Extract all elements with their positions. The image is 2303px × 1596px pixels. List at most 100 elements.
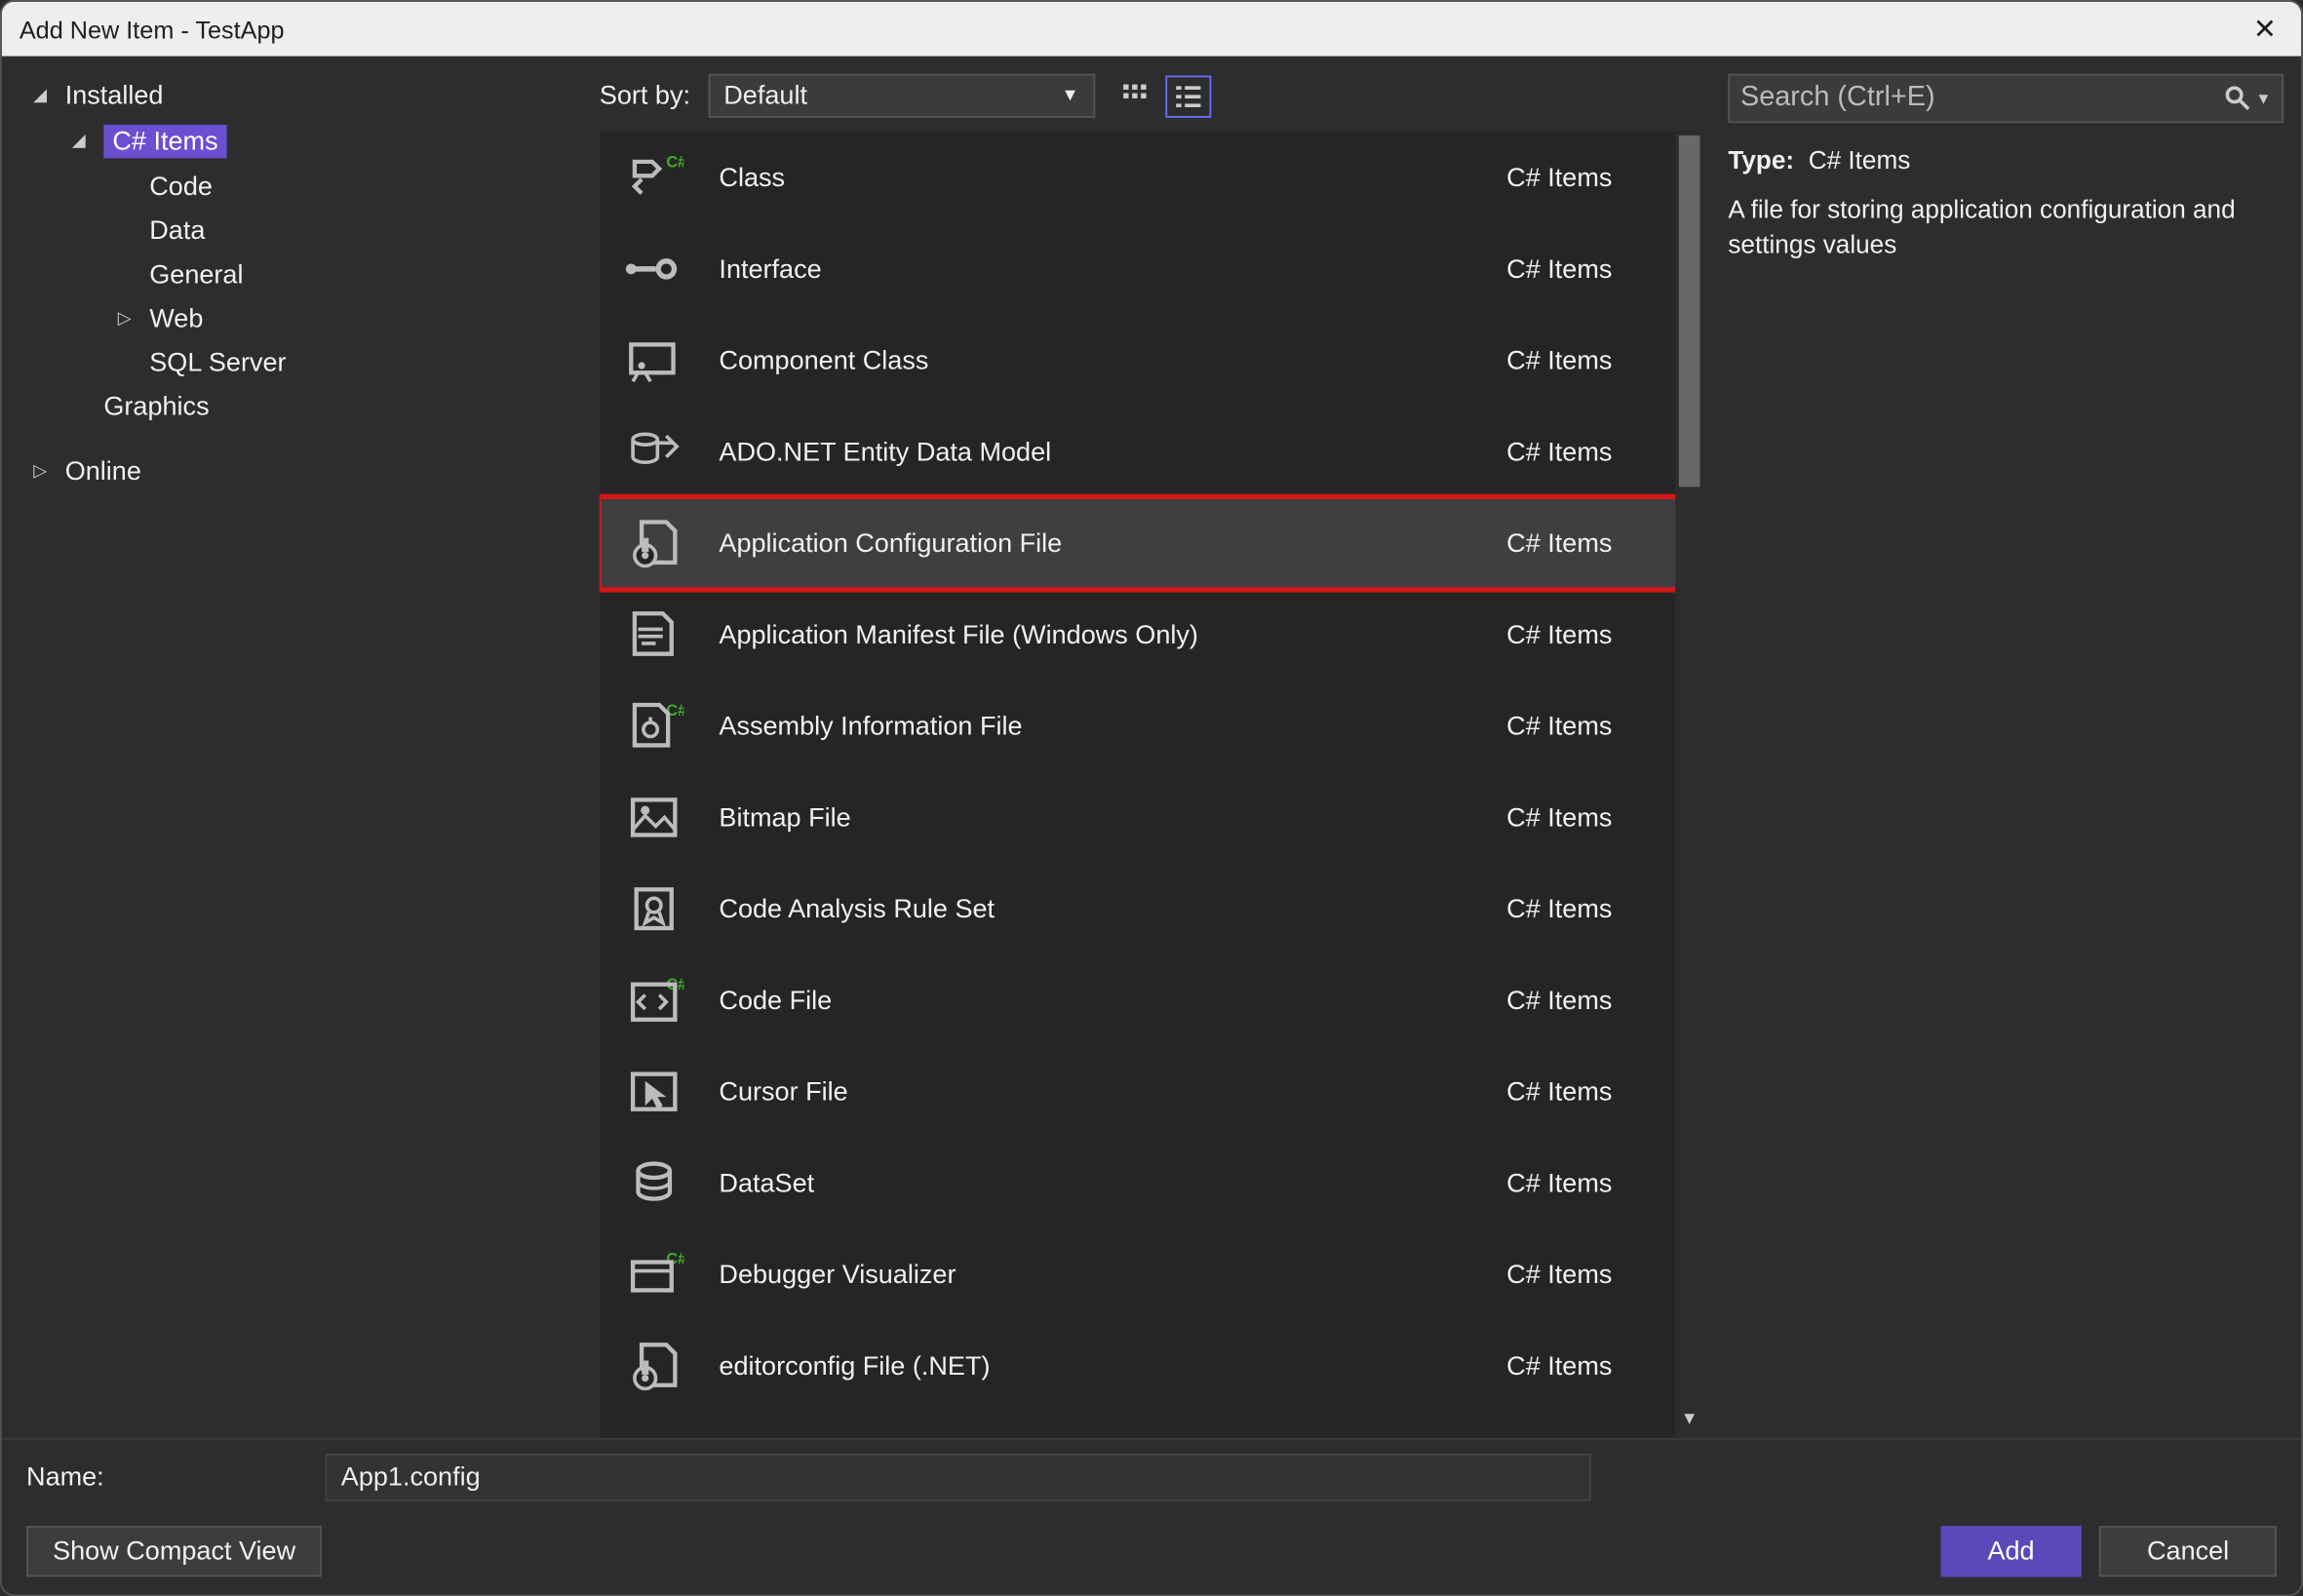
template-row[interactable]: Bitmap File C# Items	[600, 772, 1703, 864]
template-name: Interface	[719, 254, 1474, 285]
caret-down-icon: ◢	[33, 86, 55, 105]
template-row[interactable]: C# Assembly Information File C# Items	[600, 681, 1703, 772]
template-row[interactable]: C# Code File C# Items	[600, 954, 1703, 1046]
template-icon: C#	[620, 147, 687, 207]
name-label: Name:	[26, 1462, 307, 1493]
tree-item-online[interactable]: ▷ Online	[33, 450, 600, 494]
template-category: C# Items	[1506, 254, 1682, 285]
dialog-window: Add New Item - TestApp ✕ ◢ Installed ◢ C…	[0, 0, 2303, 1596]
tree-item-data[interactable]: Data	[118, 210, 600, 253]
bottom-bar: Name: Show Compact View Add Cancel	[2, 1438, 2301, 1594]
template-icon	[620, 604, 687, 664]
template-row[interactable]: DataSet C# Items	[600, 1138, 1703, 1229]
template-icon	[620, 331, 687, 390]
chevron-down-icon: ▼	[1062, 86, 1079, 105]
template-row[interactable]: Application Manifest File (Windows Only)…	[600, 589, 1703, 681]
template-row[interactable]: editorconfig File (.NET) C# Items	[600, 1320, 1703, 1412]
tree-label: General	[149, 260, 243, 291]
template-name: Application Configuration File	[719, 528, 1474, 559]
template-icon	[620, 1336, 687, 1395]
list-view-icon[interactable]	[1165, 75, 1211, 117]
template-icon	[620, 879, 687, 939]
scroll-thumb[interactable]	[1679, 136, 1700, 487]
name-input[interactable]	[326, 1454, 1591, 1501]
sort-value: Default	[723, 81, 807, 111]
template-category: C# Items	[1506, 986, 1682, 1016]
action-buttons: Add Cancel	[1940, 1526, 2277, 1577]
sort-dropdown[interactable]: Default ▼	[708, 74, 1095, 118]
search-icon	[2224, 85, 2252, 113]
template-icon	[620, 1062, 687, 1121]
template-category: C# Items	[1506, 345, 1682, 375]
template-row[interactable]: Component Class C# Items	[600, 315, 1703, 407]
tree-label: Web	[149, 304, 203, 334]
category-tree: ◢ Installed ◢ C# Items Code	[2, 57, 600, 1438]
template-row[interactable]: Code Analysis Rule Set C# Items	[600, 863, 1703, 954]
details-pane: Search (Ctrl+E) ▼ Type: C# Items A file …	[1703, 57, 2301, 1438]
template-name: Component Class	[719, 345, 1474, 375]
template-icon	[620, 422, 687, 482]
dialog-body: ◢ Installed ◢ C# Items Code	[2, 57, 2301, 1595]
scrollbar[interactable]: ▼	[1675, 132, 1703, 1438]
caret-right-icon: ▷	[33, 462, 55, 482]
tree-item-graphics[interactable]: Graphics	[72, 385, 600, 429]
tree-label: C# Items	[103, 125, 226, 158]
tree-label: Online	[65, 457, 141, 487]
template-name: Application Manifest File (Windows Only)	[719, 620, 1474, 650]
template-row[interactable]: Interface C# Items	[600, 223, 1703, 315]
close-icon[interactable]: ✕	[2246, 12, 2284, 47]
template-name: DataSet	[719, 1168, 1474, 1198]
cancel-button[interactable]: Cancel	[2099, 1526, 2277, 1577]
caret-down-icon: ◢	[72, 132, 94, 151]
tree-label: Data	[149, 216, 205, 247]
template-icon: C#	[620, 1245, 687, 1304]
template-category: C# Items	[1506, 163, 1682, 193]
template-icon	[620, 788, 687, 847]
template-row[interactable]: Cursor File C# Items	[600, 1046, 1703, 1138]
grid-view-icon[interactable]	[1112, 75, 1158, 117]
template-category: C# Items	[1506, 437, 1682, 467]
tree-label: Graphics	[103, 392, 209, 422]
template-icon	[620, 513, 687, 572]
tree-item-web[interactable]: ▷ Web	[118, 297, 600, 341]
template-category: C# Items	[1506, 802, 1682, 833]
button-row: Show Compact View Add Cancel	[26, 1526, 2277, 1577]
template-icon: C#	[620, 970, 687, 1030]
template-row[interactable]: C# Class C# Items	[600, 132, 1703, 223]
tree-item-general[interactable]: General	[118, 253, 600, 297]
template-name: Debugger Visualizer	[719, 1260, 1474, 1290]
window-title: Add New Item - TestApp	[20, 15, 285, 43]
template-category: C# Items	[1506, 528, 1682, 559]
tree-label: SQL Server	[149, 348, 286, 378]
detail-description: A file for storing application configura…	[1728, 193, 2283, 264]
template-category: C# Items	[1506, 1168, 1682, 1198]
search-input[interactable]: Search (Ctrl+E) ▼	[1728, 74, 2283, 123]
template-category: C# Items	[1506, 1076, 1682, 1107]
view-toggle	[1112, 75, 1211, 117]
add-button[interactable]: Add	[1940, 1526, 2083, 1577]
template-row[interactable]: ADO.NET Entity Data Model C# Items	[600, 406, 1703, 497]
template-name: ADO.NET Entity Data Model	[719, 437, 1474, 467]
search-placeholder: Search (Ctrl+E)	[1740, 83, 1935, 114]
detail-type-value: C# Items	[1809, 147, 1911, 175]
titlebar: Add New Item - TestApp ✕	[2, 2, 2301, 57]
sort-label: Sort by:	[600, 81, 690, 111]
template-category: C# Items	[1506, 894, 1682, 924]
tree-item-code[interactable]: Code	[118, 165, 600, 209]
template-row[interactable]: C# Debugger Visualizer C# Items	[600, 1228, 1703, 1320]
main-row: ◢ Installed ◢ C# Items Code	[2, 57, 2301, 1438]
template-row[interactable]: Application Configuration File C# Items	[600, 497, 1703, 589]
compact-view-button[interactable]: Show Compact View	[26, 1526, 322, 1577]
template-icon: C#	[620, 696, 687, 756]
template-icon	[620, 239, 687, 298]
svg-text:C#: C#	[666, 1250, 683, 1267]
template-name: Class	[719, 163, 1474, 193]
chevron-down-icon[interactable]: ▼	[2255, 90, 2271, 107]
template-list[interactable]: C# Class C# Items Interface C# Items Com…	[600, 132, 1703, 1438]
scroll-down-icon[interactable]: ▼	[1679, 1410, 1700, 1434]
template-name: Code Analysis Rule Set	[719, 894, 1474, 924]
tree-label: Code	[149, 173, 213, 203]
tree-item-sql-server[interactable]: SQL Server	[118, 341, 600, 385]
tree-item-installed[interactable]: ◢ Installed	[33, 74, 600, 118]
tree-item-csharp-items[interactable]: ◢ C# Items	[72, 118, 600, 166]
